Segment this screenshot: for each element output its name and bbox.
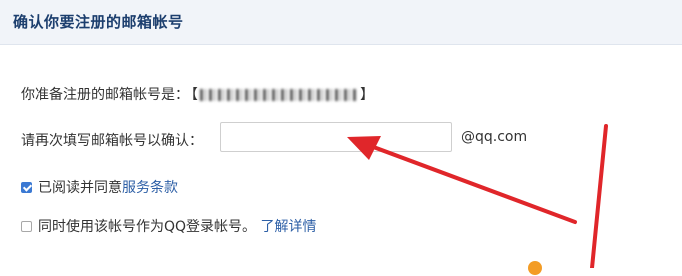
red-annotation-line (590, 124, 608, 268)
annotation-arrows (347, 124, 608, 268)
qq-logo-icon (528, 261, 542, 275)
red-annotation-arrow-icon (347, 136, 577, 224)
partial-login-button[interactable] (522, 258, 632, 276)
